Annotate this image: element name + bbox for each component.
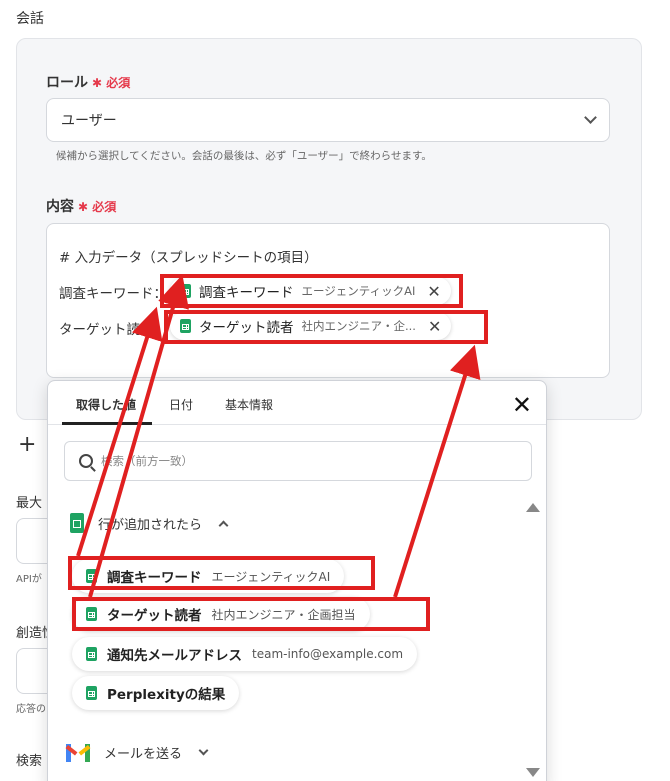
highlight-box: [164, 310, 488, 344]
tab-acquired[interactable]: 取得した値: [76, 396, 136, 413]
list-item[interactable]: Perplexityの結果: [72, 676, 240, 710]
section-title: 会話: [16, 11, 44, 27]
api-hint: APIが: [16, 574, 42, 585]
spreadsheet-icon: [86, 647, 97, 661]
content-label: 内容 ✱ 必須: [46, 199, 117, 215]
active-tab-indicator: [62, 422, 152, 425]
response-hint: 応答の: [16, 704, 46, 715]
group-label: メールを送る: [104, 747, 183, 762]
role-select[interactable]: ユーザー: [46, 98, 610, 142]
chevron-down-icon: [584, 111, 597, 124]
highlight-box: [72, 597, 430, 631]
content-line-3: ターゲット読者：: [59, 322, 167, 338]
group-send-mail[interactable]: メールを送る: [65, 743, 209, 762]
scroll-up-icon[interactable]: [526, 503, 540, 512]
spreadsheet-icon: [86, 686, 97, 700]
max-label: 最大: [16, 496, 43, 511]
scrollbar[interactable]: [526, 499, 540, 781]
group-row-added[interactable]: 行が追加されたら: [70, 513, 229, 533]
content-line-1: # 入力データ（スプレッドシートの項目）: [59, 250, 318, 266]
spreadsheet-icon: [70, 513, 84, 533]
highlight-box: [68, 556, 375, 590]
required-mark: ✱ 必須: [92, 76, 131, 90]
close-icon[interactable]: ✕: [512, 391, 532, 419]
item-name: 通知先メールアドレス: [107, 648, 242, 664]
scroll-down-icon[interactable]: [526, 768, 540, 777]
role-selected-value: ユーザー: [61, 113, 117, 129]
search-icon: [79, 454, 93, 468]
item-name: Perplexityの結果: [107, 687, 226, 703]
tab-basic-info[interactable]: 基本情報: [225, 396, 273, 413]
search-label: 検索: [16, 754, 43, 769]
role-hint: 候補から選択してください。会話の最後は、必ず「ユーザー」で終わらせます。: [56, 150, 432, 162]
item-value: team-info@example.com: [252, 647, 404, 661]
highlight-box: [160, 274, 463, 308]
group-label: 行が追加されたら: [98, 517, 203, 533]
required-mark: ✱ 必須: [78, 200, 117, 214]
gmail-icon: [65, 743, 91, 762]
add-icon[interactable]: +: [18, 432, 36, 457]
chevron-up-icon: [218, 520, 229, 530]
search-input[interactable]: 検索（前方一致）: [64, 441, 532, 481]
list-item[interactable]: 通知先メールアドレス team-info@example.com: [72, 637, 418, 671]
tab-date[interactable]: 日付: [169, 396, 193, 413]
chevron-down-icon: [198, 745, 209, 756]
search-placeholder: 検索（前方一致）: [101, 454, 193, 468]
content-line-2: 調査キーワード：: [59, 286, 167, 302]
popup-tabs: 取得した値 日付 基本情報 ✕: [48, 381, 546, 425]
role-label: ロール ✱ 必須: [46, 75, 131, 91]
